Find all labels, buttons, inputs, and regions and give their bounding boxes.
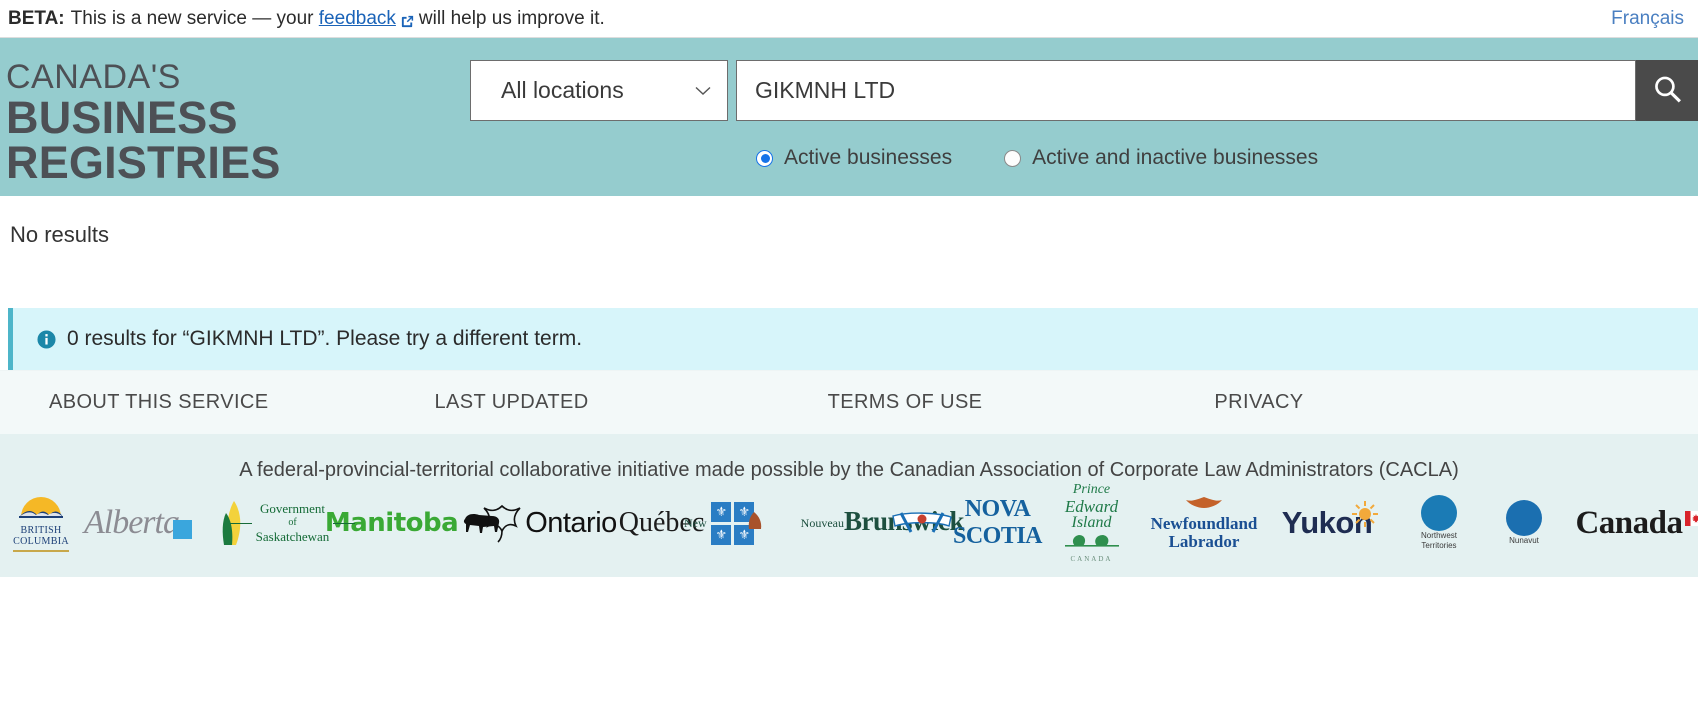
footer-link-last-updated[interactable]: LAST UPDATED — [435, 391, 589, 414]
business-status-filter-group: Active businesses Active and inactive bu… — [470, 146, 1698, 170]
ontario-trillium-icon — [481, 503, 523, 543]
logo-british-columbia[interactable]: BRITISH COLUMBIA — [8, 495, 74, 552]
footer-bottom: A federal-provincial-territorial collabo… — [0, 434, 1698, 577]
no-results-heading: No results — [10, 222, 110, 247]
logo-alberta[interactable]: Alberta — [74, 504, 202, 542]
footer-tagline: A federal-provincial-territorial collabo… — [239, 459, 1459, 481]
info-icon — [37, 329, 56, 349]
site-brand[interactable]: CANADA'S BUSINESS REGISTRIES — [0, 60, 470, 185]
saskatchewan-label-line-3: Saskatchewan — [255, 529, 330, 545]
search-area: All locations Acti — [470, 60, 1698, 170]
search-button[interactable] — [1636, 60, 1698, 121]
canada-wordmark-label: Canada — [1575, 504, 1683, 541]
saskatchewan-label-line-2: of — [229, 517, 355, 530]
new-brunswick-label-en: New — [683, 515, 707, 530]
pei-label-line-2: Edward — [1064, 496, 1119, 516]
brand-line-2: BUSINESS REGISTRIES — [6, 92, 281, 188]
pei-label-line-1: Prince — [1072, 481, 1111, 497]
nova-scotia-label: NOVA SCOTIA — [952, 496, 1043, 549]
language-toggle-link[interactable]: Français — [1611, 8, 1684, 30]
nwt-label-line-2: Territories — [1421, 541, 1457, 550]
nunavut-emblem-icon — [1506, 500, 1542, 537]
beta-message-before: This is a new service — your — [70, 7, 314, 29]
partner-logo-strip: BRITISH COLUMBIA Alberta Government of S… — [0, 482, 1698, 563]
filter-active-businesses[interactable]: Active businesses — [756, 146, 952, 170]
nwt-label-line-1: Northwest — [1420, 531, 1457, 541]
radio-active-businesses[interactable] — [756, 149, 773, 167]
logo-newfoundland-labrador[interactable]: Newfoundland Labrador — [1144, 496, 1264, 551]
alberta-square-icon — [172, 519, 192, 539]
canada-flag-icon — [1684, 510, 1698, 526]
saskatchewan-label-line-1: Government — [260, 500, 325, 516]
info-banner: 0 results for “GIKMNH LTD”. Please try a… — [8, 308, 1698, 370]
pei-trees-icon — [1057, 532, 1127, 553]
nova-scotia-flag-icon — [891, 510, 953, 536]
chevron-down-icon — [695, 81, 711, 101]
pei-label-line-3: Island — [1071, 514, 1112, 532]
saskatchewan-label: Government of Saskatchewan — [229, 500, 355, 546]
logo-northwest-territories[interactable]: Northwest Territories — [1396, 495, 1482, 551]
filter-active-and-inactive-businesses[interactable]: Active and inactive businesses — [1004, 146, 1318, 170]
logo-new-brunswick[interactable]: New Nouveau Brunswick — [684, 506, 965, 537]
logo-nova-scotia[interactable]: NOVA SCOTIA — [891, 496, 1043, 550]
footer-link-terms-of-use[interactable]: TERMS OF USE — [828, 391, 983, 414]
external-link-icon — [400, 13, 415, 28]
bc-label-line-2: COLUMBIA — [13, 536, 69, 547]
newfoundland-label-line-1: Newfoundland — [1150, 513, 1258, 533]
filter-active-and-inactive-businesses-label: Active and inactive businesses — [1032, 146, 1319, 169]
filter-active-businesses-label: Active businesses — [784, 146, 953, 169]
northwest-territories-emblem-icon — [1420, 495, 1457, 532]
brand-line-1: CANADA'S — [6, 58, 181, 96]
beta-label: BETA: — [8, 7, 65, 29]
info-banner-message: 0 results for “GIKMNH LTD”. Please try a… — [67, 327, 583, 350]
location-select[interactable]: All locations — [470, 60, 728, 121]
logo-ontario[interactable]: Ontario — [479, 503, 619, 543]
site-header: CANADA'S BUSINESS REGISTRIES All locatio… — [0, 38, 1698, 196]
logo-saskatchewan[interactable]: Government of Saskatchewan — [202, 499, 355, 547]
search-icon — [1651, 73, 1684, 109]
logo-prince-edward-island[interactable]: Prince Edward Island CANADA — [1039, 481, 1144, 564]
nunavut-label: Nunavut — [1509, 536, 1539, 546]
beta-message-after: will help us improve it. — [418, 7, 605, 29]
bc-rule — [13, 549, 69, 552]
logo-canada-wordmark[interactable]: Canada — [1566, 505, 1698, 542]
feedback-link[interactable]: feedback — [319, 8, 396, 30]
newfoundland-label-line-2: Labrador — [1168, 531, 1240, 551]
new-brunswick-bilingual-labels: New Nouveau — [684, 511, 844, 535]
yukon-sun-icon — [1352, 501, 1379, 532]
new-brunswick-ship-icon — [737, 511, 771, 535]
search-input[interactable] — [736, 60, 1636, 121]
main-content: No results 0 results for “GIKMNH LTD”. P… — [0, 196, 1698, 370]
search-row: All locations — [470, 60, 1698, 121]
new-brunswick-label-fr: Nouveau — [800, 515, 844, 530]
ontario-label: Ontario — [525, 506, 617, 539]
location-select-value: All locations — [501, 77, 624, 103]
footer-link-privacy[interactable]: PRIVACY — [1214, 391, 1303, 414]
pei-label-sub: CANADA — [1070, 555, 1113, 564]
logo-yukon[interactable]: Yukon — [1264, 501, 1396, 541]
bc-label-line-1: BRITISH — [20, 524, 62, 536]
alberta-label: Alberta — [84, 504, 180, 541]
logo-manitoba[interactable]: Manitoba — [325, 508, 500, 538]
footer-link-bar: ABOUT THIS SERVICE LAST UPDATED TERMS OF… — [0, 370, 1698, 434]
beta-notice-bar: BETA: This is a new service — your feedb… — [0, 0, 1698, 38]
logo-nunavut[interactable]: Nunavut — [1482, 500, 1566, 546]
footer-link-about-this-service[interactable]: ABOUT THIS SERVICE — [49, 391, 269, 414]
radio-active-and-inactive-businesses[interactable] — [1004, 149, 1022, 167]
bc-sun-mountain-icon — [15, 495, 67, 525]
newfoundland-bird-icon — [1151, 496, 1258, 515]
